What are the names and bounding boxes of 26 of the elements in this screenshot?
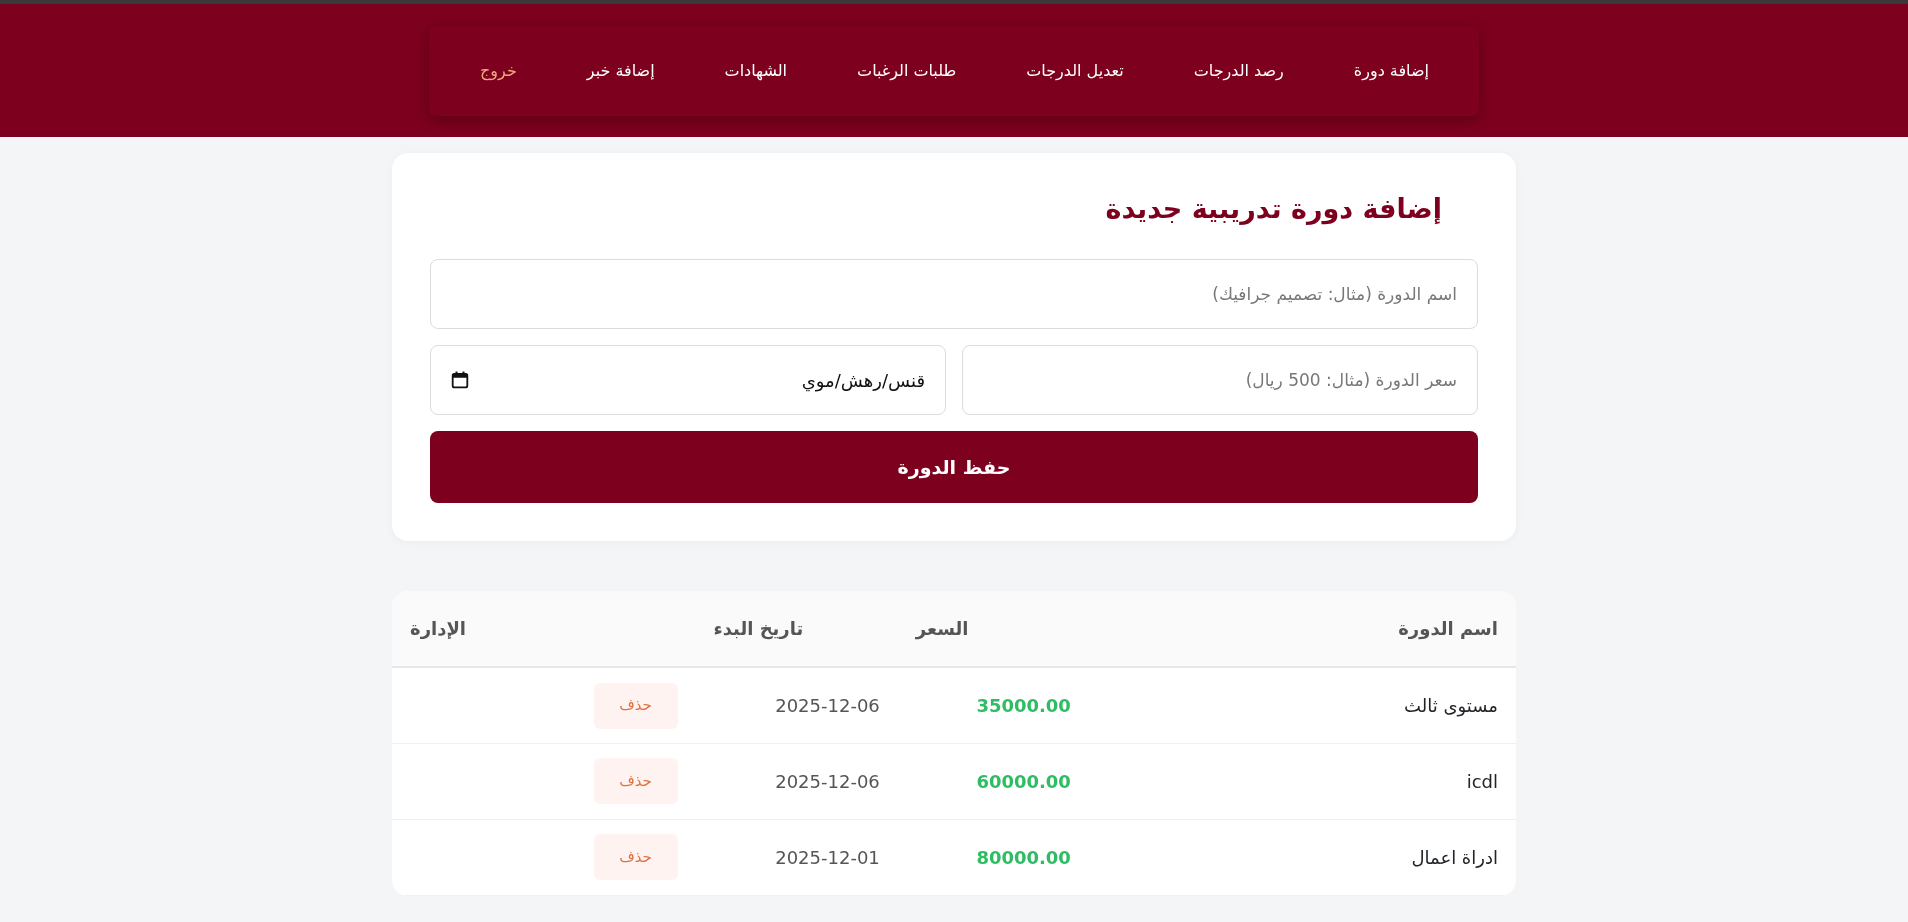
calendar-icon[interactable] bbox=[451, 371, 469, 390]
start-date: 2025-12-06 bbox=[775, 770, 880, 792]
form-title: إضافة دورة تدريبية جديدة bbox=[1105, 193, 1442, 226]
course-name: ادراة اعمال bbox=[1411, 846, 1498, 868]
course-price: 35000.00 bbox=[976, 695, 1071, 717]
nav-link[interactable]: تعديل الدرجات bbox=[1026, 59, 1124, 83]
course-price: 80000.00 bbox=[976, 846, 1071, 868]
logout-link[interactable]: خروج bbox=[480, 59, 517, 83]
course-price-field[interactable]: سعر الدورة (مثال: 500 ريال) bbox=[962, 345, 1478, 416]
nav-link[interactable]: طلبات الرغبات bbox=[857, 59, 957, 83]
column-header: تاريخ البدء bbox=[695, 591, 898, 668]
nav-link[interactable]: رصد الدرجات bbox=[1193, 59, 1284, 83]
start-date: 2025-12-01 bbox=[775, 846, 880, 868]
course-name: مستوى ثالث bbox=[1404, 695, 1498, 717]
nav-link[interactable]: الشهادات bbox=[724, 59, 788, 83]
column-header: اسم الدورة bbox=[1088, 591, 1516, 668]
nav-link[interactable]: إضافة خبر bbox=[586, 59, 655, 83]
nav-link[interactable]: إضافة دورة bbox=[1353, 59, 1429, 83]
course-price: 60000.00 bbox=[976, 770, 1071, 792]
start-date: 2025-12-06 bbox=[775, 695, 880, 717]
column-header: السعر bbox=[897, 591, 1089, 668]
column-header: الإدارة bbox=[392, 591, 696, 668]
start-date-field[interactable]: قنس/رهش/موي bbox=[430, 345, 946, 416]
save-course-button[interactable]: حفظ الدورة bbox=[430, 431, 1478, 504]
course-name: icdl bbox=[1466, 770, 1498, 792]
course-name-field[interactable]: اسم الدورة (مثال: تصميم جرافيك) bbox=[430, 259, 1478, 330]
